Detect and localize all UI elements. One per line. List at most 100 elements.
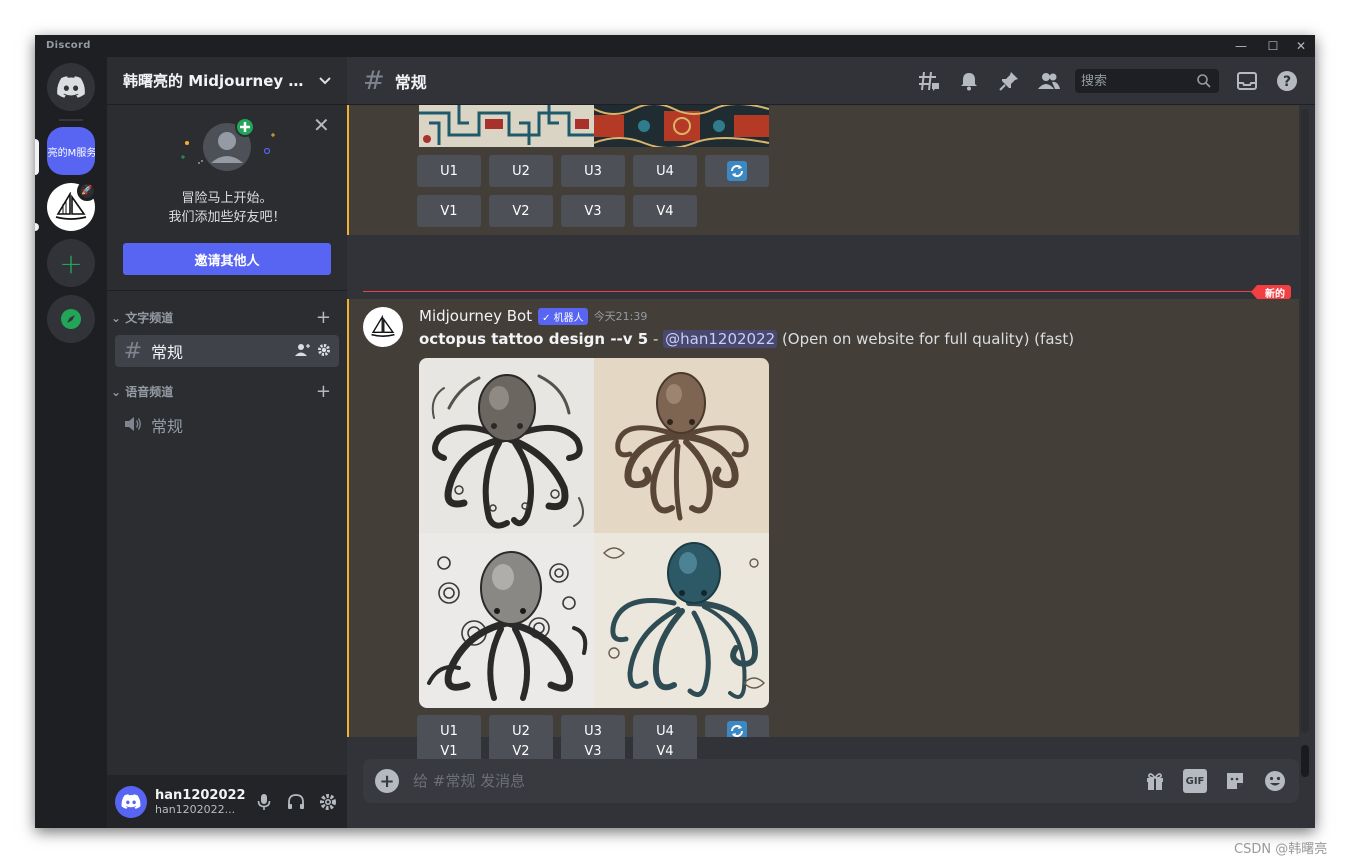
create-channel-icon[interactable]: + (316, 307, 331, 328)
invite-member-icon[interactable] (295, 343, 311, 360)
help-icon[interactable]: ? (1275, 69, 1299, 93)
v1-button[interactable]: V1 (417, 195, 481, 227)
server-header[interactable]: 韩曙亮的 Midjourney 服... (107, 57, 347, 105)
inbox-icon[interactable] (1235, 69, 1259, 93)
channel-title: 常规 (394, 72, 427, 92)
previous-image-tile-2 (594, 105, 769, 147)
gear-icon[interactable] (317, 343, 331, 360)
invite-button[interactable]: 邀请其他人 (123, 243, 331, 275)
message-feed: U1 U2 U3 U4 V1 V2 V3 V4 新的 Midjourney Bo… (347, 105, 1299, 737)
message-content: octopus tattoo design --v 5 - @han120202… (419, 330, 1074, 348)
v2-button[interactable]: V2 (489, 195, 553, 227)
chat-area: # 常规 ? (347, 57, 1315, 828)
server-rail: 晷亮的M服务 🚀 + (35, 57, 107, 828)
category-voice-channels[interactable]: ⌄ 语音频道 + (107, 381, 347, 402)
u3-button[interactable]: U3 (561, 715, 625, 737)
watermark: CSDN @韩曙亮 (1234, 842, 1328, 857)
author-name[interactable]: Midjourney Bot (419, 307, 532, 325)
close-icon[interactable]: ✕ (313, 115, 330, 135)
v3-button[interactable]: V3 (561, 195, 625, 227)
maximize-button[interactable]: ☐ (1261, 37, 1285, 55)
plus-icon: + (59, 246, 83, 280)
category-label: ⌄ 文字频道 (111, 309, 173, 326)
server-icon-midjourney[interactable]: 晷亮的M服务 (47, 127, 95, 175)
u1-button[interactable]: U1 (417, 155, 481, 187)
previous-image-tile-1 (419, 105, 594, 147)
invite-card: ✕ 冒险马上开始。 我们添加些好友吧！ 邀请其他人 (107, 105, 347, 291)
gif-label: GIF (1183, 769, 1207, 793)
discord-logo-icon (57, 76, 85, 98)
refresh-icon (727, 721, 747, 737)
sticker-icon[interactable] (1223, 769, 1247, 793)
u2-button[interactable]: U2 (489, 715, 553, 737)
scrollbar-track[interactable] (1301, 109, 1309, 733)
v4-button[interactable]: V4 (633, 195, 697, 227)
upscale-buttons-previous: U1 U2 U3 U4 (417, 155, 769, 187)
server-label: 晷亮的M服务 (47, 147, 95, 159)
pin-icon[interactable] (997, 69, 1021, 93)
message-composer: + GIF (363, 759, 1299, 803)
settings-gear-icon[interactable] (317, 791, 339, 813)
user-mention[interactable]: @han1202022 (663, 330, 778, 348)
u4-button[interactable]: U4 (633, 715, 697, 737)
invite-line-1: 冒险马上开始。 (181, 191, 273, 206)
image-tile-4 (594, 533, 769, 708)
user-tag: han1202022... (155, 802, 236, 816)
u4-button[interactable]: U4 (633, 155, 697, 187)
hash-icon: # (363, 65, 385, 96)
previous-image-grid[interactable] (419, 105, 769, 147)
message-suffix: (Open on website for full quality) (fast… (777, 330, 1075, 348)
category-voice-label: 语音频道 (125, 384, 174, 399)
channel-sidebar: 韩曙亮的 Midjourney 服... ✕ 冒险马上开始。 我们添加些好友吧！… (107, 57, 347, 828)
avatar[interactable] (115, 785, 147, 818)
separator-text: - (648, 330, 664, 348)
image-tile-2 (594, 358, 769, 533)
category-text-channels[interactable]: ⌄ 文字频道 + (107, 307, 347, 328)
channel-name: 常规 (151, 343, 184, 362)
user-panel: han1202022 han1202022... (107, 775, 347, 828)
add-attachment-icon[interactable]: + (375, 769, 399, 793)
explore-servers-button[interactable] (47, 295, 95, 343)
image-tile-1 (419, 358, 594, 533)
refresh-icon (727, 161, 747, 181)
channel-item-general[interactable]: # 常规 (115, 335, 339, 367)
rocket-icon: 🚀 (77, 181, 97, 201)
server-name: 韩曙亮的 Midjourney 服... (123, 72, 308, 90)
voice-channel-general[interactable]: 常规 (115, 409, 339, 441)
bot-avatar[interactable] (363, 307, 403, 347)
gif-icon[interactable]: GIF (1183, 769, 1207, 793)
selected-pill (35, 139, 39, 175)
minimize-button[interactable]: — (1229, 37, 1253, 55)
gift-icon[interactable] (1143, 769, 1167, 793)
chevron-small-icon: ⌄ (111, 310, 126, 325)
scrollbar-thumb[interactable] (1301, 745, 1309, 777)
image-grid[interactable] (419, 358, 769, 708)
create-voice-channel-icon[interactable]: + (316, 381, 331, 402)
reroll-button[interactable] (705, 715, 769, 737)
invite-line-2: 我们添加些好友吧！ (168, 210, 286, 225)
reroll-button[interactable] (705, 155, 769, 187)
u3-button[interactable]: U3 (561, 155, 625, 187)
invite-text: 冒险马上开始。 我们添加些好友吧！ (107, 189, 347, 227)
voice-channel-name: 常规 (151, 417, 184, 436)
threads-icon[interactable] (917, 69, 941, 93)
add-server-button[interactable]: + (47, 239, 95, 287)
user-info[interactable]: han1202022 han1202022... (155, 787, 246, 816)
message-input[interactable] (413, 772, 1143, 790)
emoji-icon[interactable] (1263, 769, 1287, 793)
u1-button[interactable]: U1 (417, 715, 481, 737)
hash-icon: # (123, 338, 143, 364)
member-list-icon[interactable] (1037, 69, 1061, 93)
timestamp: 今天21:39 (593, 310, 648, 323)
u2-button[interactable]: U2 (489, 155, 553, 187)
bell-icon[interactable] (957, 69, 981, 93)
close-window-button[interactable]: ✕ (1289, 37, 1313, 55)
username: han1202022 (155, 787, 246, 803)
variation-buttons-previous: V1 V2 V3 V4 (417, 195, 697, 227)
microphone-icon[interactable] (253, 791, 275, 813)
speaker-icon (123, 413, 143, 438)
home-button[interactable] (47, 63, 95, 111)
discord-window: Discord — ☐ ✕ 晷亮的M服务 🚀 + 韩曙亮的 Midjourney… (35, 35, 1315, 828)
headphones-icon[interactable] (285, 791, 307, 813)
svg-text:?: ? (1283, 74, 1291, 90)
